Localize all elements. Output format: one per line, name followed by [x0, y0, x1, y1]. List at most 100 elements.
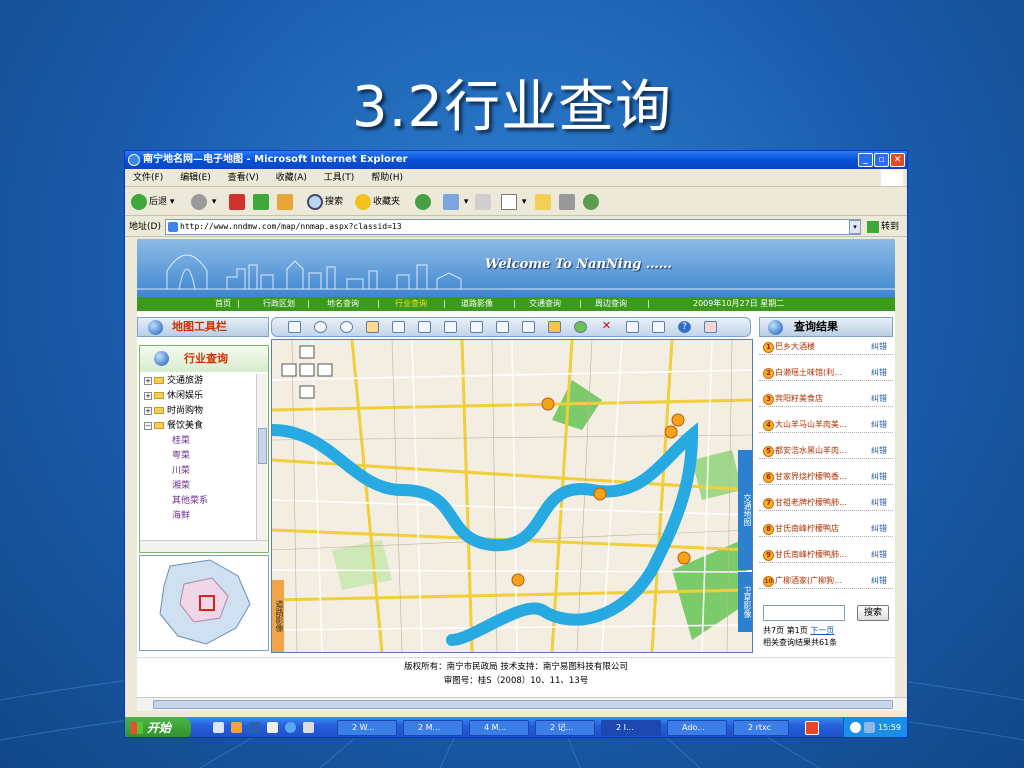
- locate-icon[interactable]: [704, 321, 717, 333]
- list-item[interactable]: 1 巴乡大酒楼 纠错: [759, 339, 893, 355]
- query-area-icon[interactable]: [522, 321, 535, 333]
- quick-launch-icon[interactable]: [285, 722, 296, 733]
- taskbar-item-explorer[interactable]: 2 W...: [337, 720, 397, 736]
- nav-place-search[interactable]: 地名查询: [327, 297, 359, 311]
- address-dropdown-icon[interactable]: ▾: [849, 220, 861, 234]
- tab-traffic-map[interactable]: 交通地图: [738, 450, 752, 570]
- zoom-out-icon[interactable]: [340, 321, 353, 333]
- nav-districts[interactable]: 行政区划: [263, 297, 295, 311]
- nav-home[interactable]: 首页: [215, 297, 231, 311]
- zoom-in-icon[interactable]: [314, 321, 327, 333]
- tab-satellite[interactable]: 卫星影像: [738, 572, 752, 632]
- taskbar-item-notepad[interactable]: 2 记...: [535, 720, 595, 736]
- back-button[interactable]: 后退 ▾: [131, 192, 174, 212]
- report-error-link[interactable]: 纠错: [871, 443, 887, 459]
- home-button[interactable]: [277, 192, 295, 212]
- volume-icon[interactable]: [864, 722, 875, 733]
- refresh-button[interactable]: [253, 192, 271, 212]
- menu-file[interactable]: 文件(F): [133, 173, 163, 183]
- result-search-input[interactable]: [763, 605, 845, 621]
- start-button[interactable]: 开始: [125, 717, 191, 737]
- list-item[interactable]: 9 甘氏南峰柠檬鸭肺… 纠错: [759, 547, 893, 563]
- tree-leaf-seafood[interactable]: 海鲜: [144, 509, 258, 524]
- clear-icon[interactable]: ✕: [600, 320, 613, 333]
- select-icon[interactable]: [392, 321, 405, 333]
- tree-node-shopping[interactable]: + 时尚购物: [144, 404, 258, 419]
- quick-launch-icon[interactable]: [213, 722, 224, 733]
- full-extent-icon[interactable]: [288, 321, 301, 333]
- list-item[interactable]: 2 白濑瑶土味馆(利… 纠错: [759, 365, 893, 381]
- list-item[interactable]: 6 甘家界烧柠檬鸭香… 纠错: [759, 469, 893, 485]
- report-error-link[interactable]: 纠错: [871, 469, 887, 485]
- minimize-button[interactable]: _: [858, 153, 873, 167]
- nav-nearby-search[interactable]: 周边查询: [595, 297, 627, 311]
- zoom-box-icon[interactable]: [366, 321, 379, 333]
- nav-industry-search[interactable]: 行业查询: [395, 297, 427, 311]
- report-error-link[interactable]: 纠错: [871, 365, 887, 381]
- report-error-link[interactable]: 纠错: [871, 573, 887, 589]
- tree-leaf-yuecai[interactable]: 粤菜: [144, 449, 258, 464]
- folder-button[interactable]: [535, 192, 553, 212]
- tree-node-food[interactable]: − 餐饮美食: [144, 419, 258, 434]
- favorites-button[interactable]: 收藏夹: [355, 192, 400, 212]
- stop-button[interactable]: [229, 192, 247, 212]
- taskbar-item-photoshop[interactable]: Ado...: [667, 720, 727, 736]
- search-button[interactable]: 搜索: [307, 192, 343, 212]
- report-error-link[interactable]: 纠错: [871, 521, 887, 537]
- help-icon[interactable]: ?: [678, 321, 691, 333]
- overview-map[interactable]: [139, 555, 269, 651]
- menu-help[interactable]: 帮助(H): [371, 173, 403, 183]
- tree-leaf-other[interactable]: 其他菜系: [144, 494, 258, 509]
- list-icon[interactable]: [626, 321, 639, 333]
- close-button[interactable]: ✕: [890, 153, 905, 167]
- tab-road-imagery[interactable]: 道路影像: [272, 580, 284, 652]
- comment-icon[interactable]: [574, 321, 587, 333]
- address-input[interactable]: http://www.nndmw.com/map/nnmap.aspx?clas…: [165, 219, 861, 235]
- list-item[interactable]: 5 都安浩水黑山羊肉… 纠错: [759, 443, 893, 459]
- taskbar-item-word[interactable]: 4 M...: [469, 720, 529, 736]
- pointer-icon[interactable]: [444, 321, 457, 333]
- report-error-link[interactable]: 纠错: [871, 391, 887, 407]
- menu-edit[interactable]: 编辑(E): [180, 173, 211, 183]
- mail-button[interactable]: ▾: [443, 192, 468, 212]
- tree-leaf-xiangcai[interactable]: 湘菜: [144, 479, 258, 494]
- tree-leaf-guicai[interactable]: 桂菜: [144, 434, 258, 449]
- network-icon[interactable]: [850, 722, 861, 733]
- taskbar-item-ie[interactable]: 2 I...: [601, 720, 661, 736]
- next-page-link[interactable]: 下一页: [810, 626, 834, 635]
- list-item[interactable]: 3 宾阳籽美食店 纠错: [759, 391, 893, 407]
- nav-traffic-search[interactable]: 交通查询: [529, 297, 561, 311]
- quick-launch-icon[interactable]: [249, 722, 260, 733]
- menu-tools[interactable]: 工具(T): [324, 173, 355, 183]
- go-button[interactable]: 转到: [867, 219, 899, 235]
- taskbar-item-rtx[interactable]: 2 rtxc: [733, 720, 789, 736]
- query-line-icon[interactable]: [496, 321, 509, 333]
- tree-hscrollbar[interactable]: [140, 540, 268, 552]
- report-error-link[interactable]: 纠错: [871, 495, 887, 511]
- report-error-link[interactable]: 纠错: [871, 417, 887, 433]
- city-map[interactable]: 交通地图 卫星影像 道路影像: [271, 339, 753, 653]
- list-item[interactable]: 8 甘氏南峰柠檬鸭店 纠错: [759, 521, 893, 537]
- measure-icon[interactable]: [548, 321, 561, 333]
- result-search-button[interactable]: 搜索: [857, 605, 889, 621]
- quick-launch-icon[interactable]: [303, 722, 314, 733]
- taskbar-item-powerpoint[interactable]: 2 M...: [403, 720, 463, 736]
- quick-launch-icon[interactable]: [267, 722, 278, 733]
- tree-leaf-chuancai[interactable]: 川菜: [144, 464, 258, 479]
- quick-launch-icon[interactable]: [231, 722, 242, 733]
- history-button[interactable]: [415, 192, 433, 212]
- tree-node-leisure[interactable]: + 休闲娱乐: [144, 389, 258, 404]
- report-error-link[interactable]: 纠错: [871, 339, 887, 355]
- list-item[interactable]: 10 广柳酒家(广柳狗… 纠错: [759, 573, 893, 589]
- query-point-icon[interactable]: [470, 321, 483, 333]
- research-button[interactable]: [559, 192, 577, 212]
- page-horizontal-scrollbar[interactable]: [137, 697, 907, 711]
- maximize-button[interactable]: ▫: [874, 153, 889, 167]
- list-item[interactable]: 7 甘祖老牌柠檬鸭肺… 纠错: [759, 495, 893, 511]
- report-error-link[interactable]: 纠错: [871, 547, 887, 563]
- tree-node-traffic[interactable]: + 交通旅游: [144, 374, 258, 389]
- forward-button[interactable]: ▾: [191, 192, 216, 212]
- tree-scrollbar[interactable]: [256, 374, 268, 540]
- edit-button[interactable]: ▾: [501, 192, 526, 212]
- menu-favorites[interactable]: 收藏(A): [276, 173, 307, 183]
